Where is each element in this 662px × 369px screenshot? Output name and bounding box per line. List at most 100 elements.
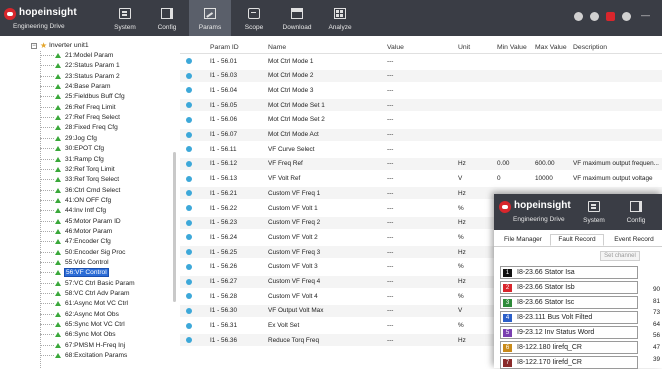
notification-icon[interactable] xyxy=(606,12,615,21)
tree-item[interactable]: 50:Encoder Sig Proc xyxy=(40,248,176,257)
col-max-value[interactable]: Max Value xyxy=(535,44,567,51)
tree-item-label: 67:PMSM H-Freq Inj xyxy=(65,341,126,349)
tree-item[interactable]: 47:Encoder Cfg xyxy=(40,237,176,246)
tab-file-manager[interactable]: File Manager xyxy=(498,234,548,246)
tree-item[interactable]: 65:Sync Mot VC Ctrl xyxy=(40,320,176,329)
toolbar-analyze-button[interactable]: Analyze xyxy=(319,0,361,36)
tree-item[interactable]: 22:Status Param 1 xyxy=(40,61,176,70)
cell-unit: Hz xyxy=(458,248,466,256)
tree-item[interactable]: 45:Motor Param ID xyxy=(40,217,176,226)
tree-item[interactable]: 33:Ref Torq Select xyxy=(40,175,176,184)
table-row[interactable]: I1 - 56.13 VF Volt Ref --- V 0 10000 VF maximu… xyxy=(180,173,662,185)
cell-value[interactable]: --- xyxy=(387,131,453,138)
row-status-icon xyxy=(186,293,192,300)
tree-item[interactable]: 41:ON OFF Cfg xyxy=(40,196,176,205)
col-description[interactable]: Description xyxy=(573,44,607,51)
col-value[interactable]: Value xyxy=(387,44,404,51)
tree-item[interactable]: 26:Ref Freq Limit xyxy=(40,103,176,112)
user-icon[interactable] xyxy=(590,12,599,21)
tree-item[interactable]: 25:Fieldbus Buff Cfg xyxy=(40,92,176,101)
toolbar-scope-button[interactable]: Scope xyxy=(233,0,275,36)
cell-value[interactable]: --- xyxy=(387,87,453,94)
tree-item[interactable]: 31:Ramp Cfg xyxy=(40,155,176,164)
collapse-icon[interactable]: − xyxy=(31,43,37,49)
cell-value[interactable]: --- xyxy=(387,146,453,153)
table-row[interactable]: I1 - 56.04 Mot Ctrl Mode 3 --- xyxy=(180,84,662,96)
tree-item[interactable]: 62:Async Mot Obs xyxy=(40,310,176,319)
cell-value[interactable]: --- xyxy=(387,175,453,182)
table-row[interactable]: I1 - 56.03 Mot Ctrl Mode 2 --- xyxy=(180,69,662,82)
help-icon[interactable] xyxy=(574,12,583,21)
channel-item[interactable]: 5 I9-23.12 Inv Status Word xyxy=(500,326,638,339)
cell-value[interactable]: --- xyxy=(387,278,453,285)
tree-item[interactable]: 27:Ref Freq Select xyxy=(40,113,176,122)
row-status-icon xyxy=(186,234,192,241)
cell-value[interactable]: --- xyxy=(387,160,453,167)
cell-value[interactable]: --- xyxy=(387,234,453,241)
tree-item[interactable]: 24:Base Param xyxy=(40,82,176,91)
cell-value[interactable]: --- xyxy=(387,263,453,270)
tab-fault-record[interactable]: Fault Record xyxy=(550,234,604,246)
popup-config-button[interactable]: Config xyxy=(616,194,656,230)
toolbar-download-button[interactable]: Download xyxy=(276,0,318,36)
cell-value[interactable]: --- xyxy=(387,102,453,109)
tree-item[interactable]: 28:Fixed Freq Cfg xyxy=(40,123,176,132)
cell-value[interactable]: --- xyxy=(387,205,453,212)
tree-item[interactable]: 30:EPOT Cfg xyxy=(40,144,176,153)
col-name[interactable]: Name xyxy=(268,44,286,51)
tree-item[interactable]: 32:Ref Torq Limit xyxy=(40,165,176,174)
tree-item[interactable]: 21:Model Param xyxy=(40,51,176,60)
tree-connector xyxy=(40,303,54,305)
tree-item[interactable]: 55:Vdc Control xyxy=(40,258,176,267)
table-row[interactable]: I1 - 56.07 Mot Ctrl Mode Act --- xyxy=(180,128,662,141)
channel-item[interactable]: 2 I8-23.66 Stator Isb xyxy=(500,281,638,294)
cell-value[interactable]: --- xyxy=(387,249,453,256)
tree-item[interactable]: 66:Sync Mot Obs xyxy=(40,330,176,339)
tree-item[interactable]: 58:VC Ctrl Adv Param xyxy=(40,289,176,298)
col-param-id[interactable]: Param ID xyxy=(210,44,239,51)
channel-item[interactable]: 6 I8-122.180 Iirefq_CR xyxy=(500,341,638,354)
tree-scrollbar[interactable] xyxy=(173,152,176,302)
param-group-icon xyxy=(55,73,61,79)
tree-item[interactable]: 29:Jog Cfg xyxy=(40,134,176,143)
cell-value[interactable]: --- xyxy=(387,293,453,300)
tree-item[interactable]: 56:VF Control xyxy=(40,268,176,278)
cell-value[interactable]: --- xyxy=(387,58,453,65)
cell-value[interactable]: --- xyxy=(387,72,453,79)
table-row[interactable]: I1 - 56.06 Mot Ctrl Mode Set 2 --- xyxy=(180,114,662,126)
cell-value[interactable]: --- xyxy=(387,307,453,314)
tree-item[interactable]: 61:Async Mot VC Ctrl xyxy=(40,299,176,308)
popup-subtitle: Engineering Drive xyxy=(513,216,565,223)
cell-value[interactable]: --- xyxy=(387,322,453,329)
toolbar-config-button[interactable]: Config xyxy=(146,0,188,36)
cell-name: Custom VF Freq 2 xyxy=(268,219,321,227)
tree-item[interactable]: 68:Excitation Params xyxy=(40,351,176,360)
tree-item[interactable]: 67:PMSM H-Freq Inj xyxy=(40,341,176,350)
toolbar-params-button[interactable]: Params xyxy=(189,0,231,36)
channel-item[interactable]: 4 I8-23.111 Bus Volt Filted xyxy=(500,311,638,324)
tab-event-record[interactable]: Event Record xyxy=(606,234,662,246)
cell-value[interactable]: --- xyxy=(387,190,453,197)
tree-item[interactable]: 23:Status Param 2 xyxy=(40,72,176,81)
tree-item[interactable]: 44:Inv Intf Cfg xyxy=(40,206,176,215)
tree-item[interactable]: 36:Ctrl Cmd Select xyxy=(40,186,176,195)
col-unit[interactable]: Unit xyxy=(458,44,470,51)
channel-item[interactable]: 1 I8-23.66 Stator Isa xyxy=(500,266,638,279)
table-row[interactable]: I1 - 56.05 Mot Ctrl Mode Set 1 --- xyxy=(180,99,662,112)
table-row[interactable]: I1 - 56.12 VF Freq Ref --- Hz 0.00 600.00 VF m… xyxy=(180,157,662,170)
table-row[interactable]: I1 - 56.01 Mot Ctrl Mode 1 --- xyxy=(180,55,662,67)
popup-system-button[interactable]: System xyxy=(574,194,614,230)
table-row[interactable]: I1 - 56.11 VF Curve Select --- xyxy=(180,143,662,155)
cell-value[interactable]: --- xyxy=(387,219,453,226)
minimize-button[interactable]: — xyxy=(641,10,650,20)
channel-item[interactable]: 3 I8-23.66 Stator Isc xyxy=(500,296,638,309)
tree-item[interactable]: 46:Motor Param xyxy=(40,227,176,236)
col-min-value[interactable]: Min Value xyxy=(497,44,527,51)
tree-item[interactable]: 57:VC Ctrl Basic Param xyxy=(40,279,176,288)
set-channel-button[interactable]: Set channel xyxy=(600,251,640,261)
channel-item[interactable]: 7 I8-122.170 Iirefd_CR xyxy=(500,356,638,369)
cell-value[interactable]: --- xyxy=(387,116,453,123)
cell-value[interactable]: --- xyxy=(387,337,453,344)
settings-gear-icon[interactable] xyxy=(622,12,631,21)
toolbar-system-button[interactable]: System xyxy=(104,0,146,36)
